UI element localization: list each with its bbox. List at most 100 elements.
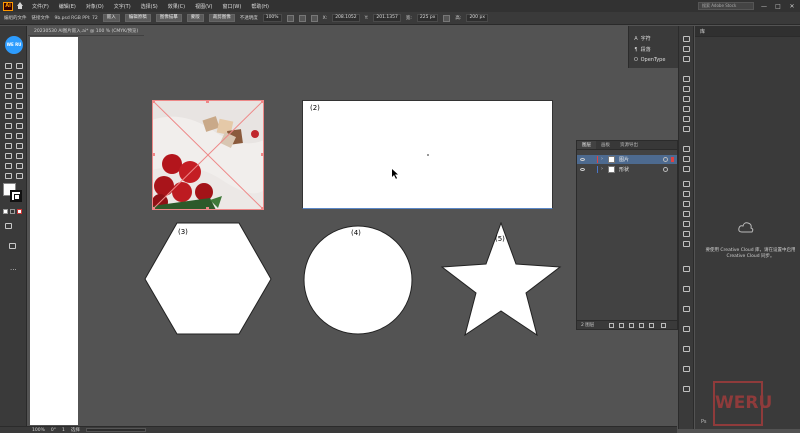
creative-cloud-badge[interactable]: WE RU [5, 36, 23, 54]
tab-artboards[interactable]: 画板 [596, 141, 615, 149]
perspective-grid-tool-icon[interactable] [4, 142, 12, 149]
transform-icon[interactable] [310, 14, 318, 22]
color-guide-icon[interactable] [683, 116, 690, 122]
new-layer-icon[interactable] [649, 323, 654, 328]
shaper-tool-icon[interactable] [4, 102, 12, 109]
layer-row-image[interactable]: › 图片 [577, 155, 677, 164]
visibility-eye-icon[interactable] [580, 158, 585, 161]
zoom-tool-icon[interactable] [15, 172, 23, 179]
none-mode-swatch[interactable] [17, 209, 22, 214]
brushes-icon[interactable] [683, 181, 690, 187]
document-tab[interactable]: 20230530 AI图片嵌入.ai* @ 100 % (CMYK/预览) [28, 27, 145, 36]
transparency-icon[interactable] [683, 241, 690, 247]
screen-mode-icon[interactable] [8, 242, 16, 249]
width-input[interactable]: 225 px [416, 14, 439, 22]
color-panel-icon[interactable] [683, 106, 690, 112]
opentype-item[interactable]: O OpenType [633, 57, 665, 63]
curvature-tool-icon[interactable] [15, 72, 23, 79]
home-icon[interactable] [16, 2, 24, 10]
gradient-mode-swatch[interactable] [10, 209, 15, 214]
rotate-tool-icon[interactable] [4, 112, 12, 119]
type-tool-icon[interactable] [4, 82, 12, 89]
visibility-eye-icon[interactable] [580, 168, 585, 171]
direct-selection-tool-icon[interactable] [15, 62, 23, 69]
menu-window[interactable]: 窗口(W) [222, 3, 241, 10]
rectangle-tool-icon[interactable] [4, 92, 12, 99]
hand-tool-icon[interactable] [4, 172, 12, 179]
circle-shape[interactable] [302, 224, 414, 336]
export-icon[interactable] [609, 323, 614, 328]
menu-help[interactable]: 帮助(H) [251, 3, 269, 10]
eraser-tool-icon[interactable] [15, 102, 23, 109]
menu-type[interactable]: 文字(T) [114, 3, 131, 10]
scale-tool-icon[interactable] [15, 112, 23, 119]
shape-builder-tool-icon[interactable] [4, 132, 12, 139]
libraries-footer-icon[interactable]: Ps [701, 419, 707, 425]
expand-chevron-icon[interactable]: › [601, 166, 603, 172]
embed-button[interactable]: 嵌入 [102, 14, 120, 22]
info-icon[interactable] [683, 326, 690, 332]
hexagon-shape[interactable] [143, 222, 273, 336]
line-tool-icon[interactable] [15, 82, 23, 89]
horizontal-scrollbar[interactable] [85, 428, 146, 432]
zoom-level[interactable]: 100% [32, 428, 45, 433]
layer-target-icon[interactable] [663, 167, 668, 172]
actions-icon[interactable] [683, 346, 690, 352]
appearance-icon[interactable] [683, 211, 690, 217]
selection-tool-icon[interactable] [4, 62, 12, 69]
menu-effect[interactable]: 效果(C) [168, 3, 185, 10]
menu-file[interactable]: 文件(F) [32, 3, 49, 10]
libraries-title[interactable]: 库 [700, 28, 705, 35]
height-input[interactable]: 200 px [466, 14, 488, 22]
maximize-button[interactable]: □ [774, 3, 782, 10]
image-trace-icon[interactable] [683, 286, 690, 292]
draw-mode-icon[interactable] [4, 222, 12, 229]
menu-select[interactable]: 选择(S) [141, 3, 158, 10]
align-icon[interactable] [298, 14, 306, 22]
opacity-input[interactable]: 100% [262, 14, 282, 22]
stroke-icon[interactable] [683, 221, 690, 227]
menu-view[interactable]: 视图(V) [195, 3, 212, 10]
column-graph-tool-icon[interactable] [15, 162, 23, 169]
more-tools-icon[interactable]: ··· [10, 266, 17, 274]
align-panel-icon[interactable] [683, 76, 690, 82]
swatches-icon[interactable] [683, 126, 690, 132]
menu-edit[interactable]: 编辑(E) [59, 3, 76, 10]
layer-name[interactable]: 形状 [619, 166, 629, 173]
expand-chevron-icon[interactable]: › [601, 156, 603, 162]
rotation-angle[interactable]: 0° [51, 428, 56, 433]
transform-panel-icon[interactable] [683, 96, 690, 102]
live-paint-tool-icon[interactable] [15, 132, 23, 139]
layer-name[interactable]: 图片 [619, 156, 629, 163]
pen-tool-icon[interactable] [4, 72, 12, 79]
edit-original-button[interactable]: 编辑原稿 [124, 14, 151, 22]
variables-icon[interactable] [683, 366, 690, 372]
attributes-icon[interactable] [683, 386, 690, 392]
new-sublayer-icon[interactable] [639, 323, 644, 328]
symbols-icon[interactable] [683, 191, 690, 197]
gradient-icon[interactable] [683, 231, 690, 237]
color-mode-swatch[interactable] [3, 209, 8, 214]
layer-target-icon[interactable] [663, 157, 668, 162]
pathfinder-icon[interactable] [683, 86, 690, 92]
free-transform-tool-icon[interactable] [15, 122, 23, 129]
artboard-navigator[interactable]: 1 [62, 428, 65, 433]
artboards-icon[interactable] [683, 156, 690, 162]
eyedropper-tool-icon[interactable] [4, 152, 12, 159]
symbol-sprayer-tool-icon[interactable] [4, 162, 12, 169]
layer-row-shapes[interactable]: › 形状 [577, 165, 677, 174]
clipping-mask-icon[interactable] [629, 323, 634, 328]
search-icon[interactable] [619, 323, 624, 328]
recolor-icon[interactable] [286, 14, 294, 22]
character-item[interactable]: A 字符 [633, 35, 650, 42]
warp-tool-icon[interactable] [4, 122, 12, 129]
tab-layers[interactable]: 图层 [577, 141, 596, 149]
asset-export-icon[interactable] [683, 166, 690, 172]
y-input[interactable]: 201.1357 [373, 14, 401, 22]
minimize-button[interactable]: — [760, 3, 768, 10]
image-trace-button[interactable]: 图像描摹 [155, 14, 182, 22]
properties-icon[interactable] [683, 36, 690, 42]
mask-button[interactable]: 蒙版 [186, 14, 204, 22]
navigator-icon[interactable] [683, 306, 690, 312]
links-icon[interactable] [683, 266, 690, 272]
